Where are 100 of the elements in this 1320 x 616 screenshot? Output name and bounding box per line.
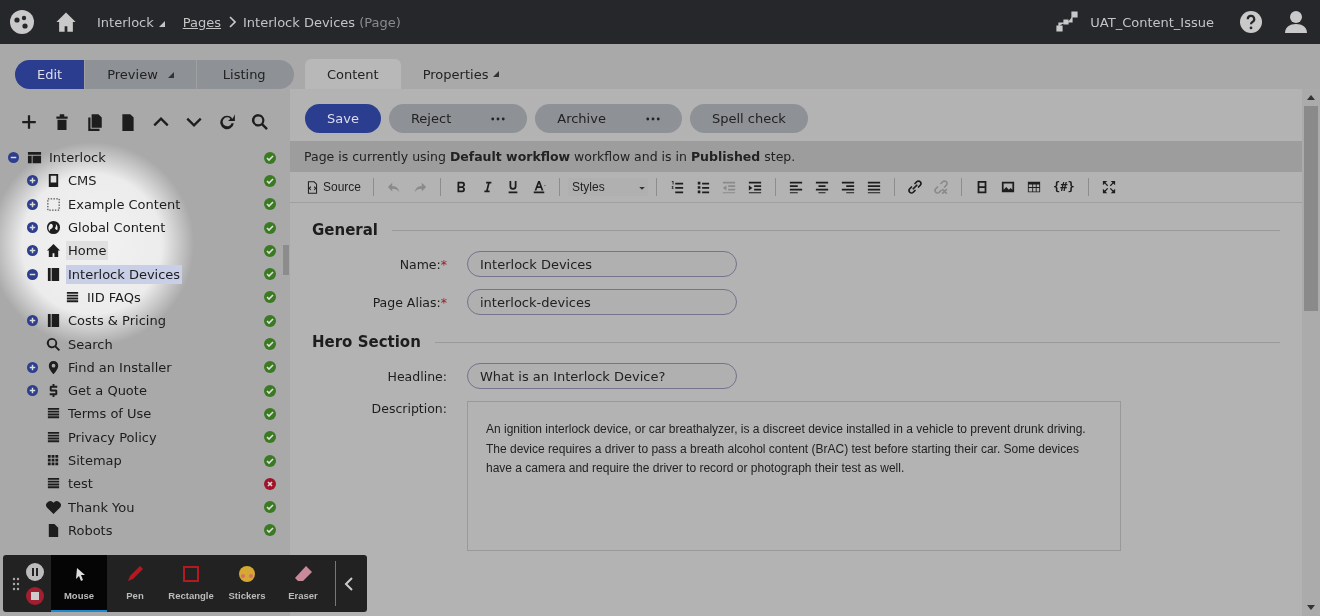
home-icon[interactable] [55,11,77,33]
rich-text-editor[interactable] [467,401,1121,551]
add-icon[interactable] [20,113,38,131]
source-button[interactable]: Source [302,178,366,196]
collapse-icon[interactable] [8,152,19,164]
justify-icon[interactable] [867,180,882,194]
text-field[interactable]: What is an Interlock Device? [467,363,737,389]
page-page-icon [46,173,61,189]
table-icon[interactable] [1027,180,1042,194]
field-label: Page Alias: [372,294,441,310]
expand-icon[interactable] [27,198,38,210]
ol-icon[interactable] [670,180,685,194]
recorder-tool[interactable]: Pen [107,555,163,612]
expand-icon[interactable] [27,315,38,327]
search-page-icon [46,336,61,352]
collapse-icon[interactable] [27,268,38,280]
tree-item[interactable]: Global Content [66,218,168,238]
refresh-icon[interactable] [218,113,236,131]
eraser-icon [293,564,313,584]
tree-item[interactable]: Sitemap [66,451,124,470]
action-button[interactable]: Save [305,104,381,133]
mode-tab[interactable]: Preview [85,60,197,89]
pause-icon[interactable] [26,562,44,581]
collapse-icon[interactable] [344,575,354,592]
chevron-icon [228,16,236,28]
expand-icon[interactable] [27,222,38,234]
lines-page-icon [65,289,80,305]
section-title: General [312,221,378,239]
dashed-page-icon [46,196,61,212]
recorder-tool[interactable]: Eraser [275,555,331,612]
image-icon[interactable] [1001,180,1016,194]
drag-handle-icon[interactable] [12,576,20,591]
copy-icon[interactable] [86,113,104,131]
ul-icon[interactable] [696,180,711,194]
scrollbar[interactable] [1302,89,1320,616]
workflow-icon [1056,11,1079,33]
expand-icon[interactable] [27,175,38,187]
workflow-message: Page is currently using Default workflow workflow and is in Published step. [290,141,1302,172]
more-icon[interactable] [491,116,506,121]
tree-item[interactable]: Thank You [66,497,137,517]
user-icon[interactable] [1284,10,1308,34]
content-tab[interactable]: Properties [400,59,522,89]
aligncenter-icon[interactable] [815,180,830,194]
grid-page-icon [46,453,61,468]
tree-item[interactable]: Terms of Use [66,404,154,424]
search-icon[interactable] [251,113,269,131]
field-label: Name: [399,256,441,272]
content-tab[interactable]: Content [305,59,401,89]
tree-item[interactable]: Get a Quote [66,381,149,401]
tree-item[interactable]: Find an Installer [66,357,174,377]
recorder-tool[interactable]: Mouse [51,555,107,612]
alignleft-icon[interactable] [789,180,804,194]
text-field[interactable]: Interlock Devices [467,251,737,277]
required-mark: * [440,256,447,272]
logo-icon[interactable] [10,10,34,34]
recorder-tool[interactable]: Stickers [219,555,275,612]
action-button[interactable]: Reject [388,104,528,133]
tree-item[interactable]: CMS [66,171,99,191]
tree-item[interactable]: Robots [66,520,115,540]
indent-icon[interactable] [748,180,763,194]
more-icon[interactable] [645,116,660,121]
help-icon[interactable] [1240,11,1262,33]
square-icon [181,564,201,584]
link-icon[interactable] [908,180,923,194]
delete-icon[interactable] [53,113,71,131]
textcolor-icon[interactable] [532,180,547,194]
globe-page-icon [46,220,61,236]
breadcrumb-link[interactable]: Pages [182,14,221,30]
expand-icon[interactable] [27,361,38,373]
expand-icon[interactable] [27,385,38,397]
page-title: Interlock Devices [243,14,356,30]
tree-item[interactable]: test [66,474,95,494]
tree-item[interactable]: Search [66,334,115,354]
text-field[interactable]: interlock-devices [467,289,737,315]
alignright-icon[interactable] [841,180,856,194]
stop-icon[interactable] [26,586,44,605]
action-button[interactable]: Spell check [689,104,808,133]
tree-item[interactable]: Home [66,241,109,261]
tree-item[interactable]: Interlock [47,148,108,168]
tree-item[interactable]: Interlock Devices [66,264,183,284]
pen-icon [125,564,145,584]
site-menu[interactable]: Interlock [97,14,165,30]
smiley-icon [237,564,257,584]
maximize-icon[interactable] [1101,180,1116,194]
expand-icon[interactable] [27,245,38,257]
table-page-icon [27,150,42,166]
recorder-tool[interactable]: Rectangle [163,555,219,612]
project-name[interactable]: UAT_Content_Issue [1090,14,1214,30]
move-icon[interactable] [119,113,137,131]
action-button[interactable]: Archive [535,104,682,133]
placeholder-button[interactable]: {#} [1053,180,1075,194]
heart-page-icon [46,499,61,515]
field-label: Description: [371,401,447,416]
mode-tab[interactable]: Edit [15,60,86,89]
description-text: An ignition interlock device, or car breathalyzer, is a discreet device installed in a vehicle to prevent drunk driving. The device requires a driver to pass a breath alcohol content (BrAC) test before starting their car. Some devices have a camera and require the driver to record or photograph their test as well. [486,421,1087,477]
tree-item[interactable]: IID FAQs [85,287,143,307]
tree-item[interactable]: Privacy Policy [66,427,159,447]
tree-item[interactable]: Costs & Pricing [66,311,168,331]
mode-tab[interactable]: Listing [196,60,294,89]
tree-item[interactable]: Example Content [66,194,183,214]
